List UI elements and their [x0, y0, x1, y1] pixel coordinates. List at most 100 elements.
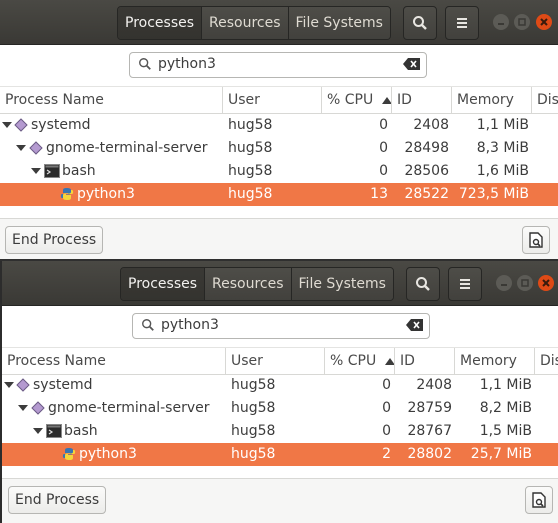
- view-switcher: Processes Resources File Systems: [117, 6, 391, 40]
- expander-icon[interactable]: [16, 145, 26, 151]
- process-name: gnome-terminal-server: [48, 400, 210, 416]
- table-row[interactable]: gnome-terminal-server hug58 0 28759 8,2 …: [2, 397, 558, 420]
- column-id[interactable]: ID: [395, 348, 455, 374]
- diamond-process-icon: [29, 141, 43, 155]
- column-memory[interactable]: Memory: [455, 348, 535, 374]
- maximize-button[interactable]: [514, 14, 530, 30]
- column-cpu-label: % CPU: [330, 353, 377, 369]
- process-name: bash: [62, 163, 96, 179]
- sort-ascending-icon: [381, 97, 391, 104]
- table-row[interactable]: systemd hug58 0 2408 1,1 MiB: [2, 374, 558, 397]
- diamond-process-icon: [16, 378, 30, 392]
- column-process-name[interactable]: Process Name: [0, 87, 223, 113]
- system-monitor-window-2: Processes Resources File Systems python3…: [0, 261, 558, 523]
- column-cpu[interactable]: % CPU: [325, 348, 395, 374]
- minimize-button[interactable]: [496, 275, 512, 291]
- process-user: hug58: [228, 140, 273, 156]
- column-header: Process Name User % CPU ID Memory Dis: [0, 86, 558, 114]
- process-user: hug58: [231, 446, 276, 462]
- column-cpu[interactable]: % CPU: [322, 87, 392, 113]
- close-button[interactable]: [536, 14, 552, 30]
- end-process-button[interactable]: End Process: [8, 486, 107, 514]
- search-value: python3: [158, 56, 216, 72]
- tab-resources[interactable]: Resources: [202, 7, 289, 39]
- column-disk[interactable]: Dis: [535, 348, 558, 374]
- end-process-button[interactable]: End Process: [5, 226, 104, 254]
- maximize-button[interactable]: [517, 275, 533, 291]
- tab-processes[interactable]: Processes: [121, 268, 206, 300]
- search-input[interactable]: python3: [132, 313, 430, 339]
- diamond-process-icon: [31, 401, 45, 415]
- column-process-name[interactable]: Process Name: [2, 348, 226, 374]
- table-row[interactable]: gnome-terminal-server hug58 0 28498 8,3 …: [0, 137, 558, 160]
- tab-processes[interactable]: Processes: [118, 7, 203, 39]
- process-id: 28522: [404, 186, 449, 202]
- system-monitor-window-1: Processes Resources File Systems python3…: [0, 0, 558, 261]
- clear-search-icon[interactable]: [403, 58, 420, 70]
- process-memory: 723,5 MiB: [458, 186, 529, 202]
- document-properties-icon: [529, 232, 543, 248]
- diamond-process-icon: [14, 118, 28, 132]
- process-id: 28759: [407, 400, 452, 416]
- table-row-selected[interactable]: python3 hug58 2 28802 25,7 MiB: [2, 443, 558, 466]
- process-cpu: 0: [382, 377, 391, 393]
- search-toggle-button[interactable]: [403, 6, 437, 40]
- maximize-icon: [518, 18, 526, 26]
- view-switcher: Processes Resources File Systems: [120, 267, 394, 301]
- process-memory: 1,5 MiB: [479, 423, 532, 439]
- expander-icon[interactable]: [18, 405, 28, 411]
- search-toggle-button[interactable]: [406, 267, 440, 301]
- menu-button[interactable]: [448, 267, 482, 301]
- tab-file-systems[interactable]: File Systems: [288, 7, 390, 39]
- column-user[interactable]: User: [226, 348, 325, 374]
- column-user[interactable]: User: [223, 87, 322, 113]
- python-icon: [60, 188, 74, 200]
- process-cpu: 13: [370, 186, 388, 202]
- process-id: 28498: [404, 140, 449, 156]
- expander-icon[interactable]: [2, 122, 12, 128]
- process-user: hug58: [228, 186, 273, 202]
- process-cpu: 0: [379, 117, 388, 133]
- column-id[interactable]: ID: [392, 87, 452, 113]
- table-row[interactable]: bash hug58 0 28767 1,5 MiB: [2, 420, 558, 443]
- column-memory[interactable]: Memory: [452, 87, 532, 113]
- process-properties-button[interactable]: [522, 226, 550, 254]
- tab-resources[interactable]: Resources: [205, 268, 292, 300]
- search-value: python3: [161, 317, 219, 333]
- column-disk[interactable]: Dis: [532, 87, 558, 113]
- python-icon: [62, 448, 76, 460]
- process-user: hug58: [231, 377, 276, 393]
- process-name: systemd: [31, 117, 91, 133]
- expander-icon[interactable]: [33, 428, 43, 434]
- process-user: hug58: [228, 163, 273, 179]
- tab-file-systems[interactable]: File Systems: [291, 268, 393, 300]
- header-bar: Processes Resources File Systems: [0, 0, 558, 45]
- process-name: bash: [64, 423, 98, 439]
- expander-icon[interactable]: [4, 382, 14, 388]
- process-properties-button[interactable]: [525, 486, 553, 514]
- process-cpu: 0: [382, 423, 391, 439]
- search-input[interactable]: python3: [129, 52, 427, 78]
- process-memory: 25,7 MiB: [470, 446, 532, 462]
- clear-search-icon[interactable]: [406, 319, 423, 331]
- table-row[interactable]: systemd hug58 0 2408 1,1 MiB: [0, 114, 558, 137]
- table-row[interactable]: bash hug58 0 28506 1,6 MiB: [0, 160, 558, 183]
- menu-button[interactable]: [445, 6, 479, 40]
- process-cpu: 2: [382, 446, 391, 462]
- process-memory: 1,1 MiB: [476, 117, 529, 133]
- footer-bar: End Process: [0, 218, 558, 261]
- process-name: python3: [79, 446, 137, 462]
- search-icon: [139, 58, 151, 70]
- terminal-icon: [44, 164, 60, 178]
- minimize-button[interactable]: [493, 14, 509, 30]
- table-row-selected[interactable]: python3 hug58 13 28522 723,5 MiB: [0, 183, 558, 206]
- process-cpu: 0: [382, 400, 391, 416]
- close-button[interactable]: [538, 275, 554, 291]
- expander-icon[interactable]: [31, 168, 41, 174]
- search-icon: [142, 319, 154, 331]
- process-name: python3: [77, 186, 135, 202]
- process-name: gnome-terminal-server: [46, 140, 208, 156]
- hamburger-icon: [457, 18, 467, 28]
- process-id: 28802: [407, 446, 452, 462]
- process-user: hug58: [228, 117, 273, 133]
